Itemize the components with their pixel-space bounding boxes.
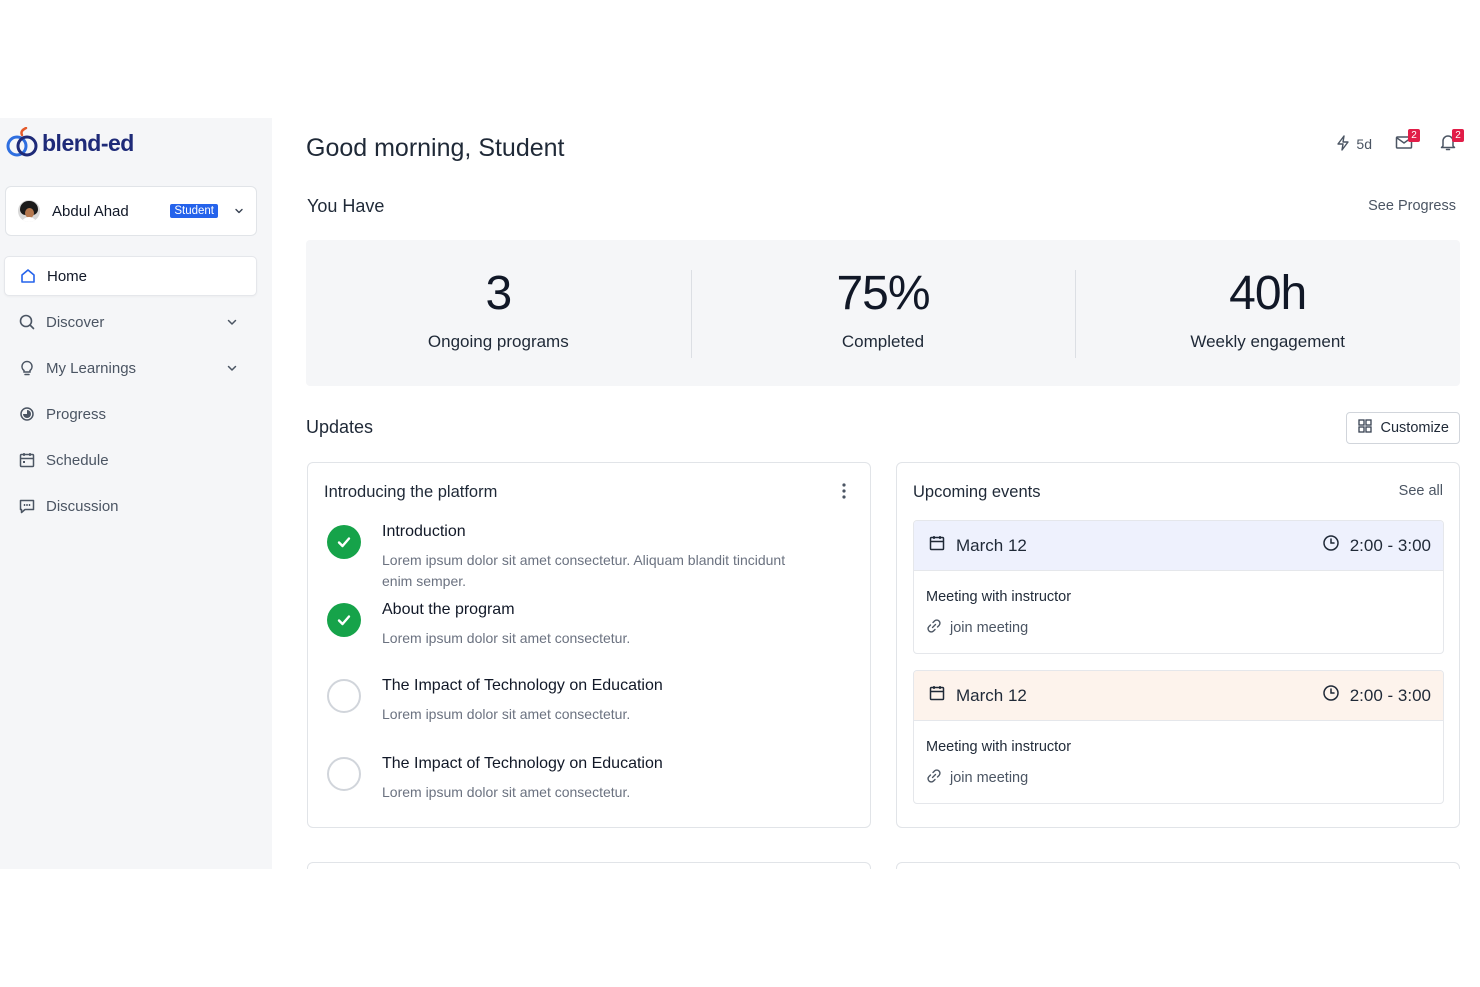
customize-button[interactable]: Customize [1345,412,1460,444]
chat-icon [18,497,36,515]
card-title: Introducing the platform [324,483,498,501]
sidebar-item-label: Discover [46,313,105,331]
empty-circle-icon [327,679,361,713]
join-meeting-link[interactable]: join meeting [926,618,1431,638]
stat-value: 75% [836,267,930,320]
summary-title: You Have [307,196,385,216]
event-time: 2:00 - 3:00 [1349,685,1431,705]
event-header: March 12 2:00 - 3:00 [914,671,1443,721]
user-name: Abdul Ahad [52,202,129,220]
stat-weekly-engagement: 40h Weekly engagement [1075,240,1460,386]
home-icon [19,267,37,285]
sidebar-item-label: Schedule [46,451,109,469]
event-time: 2:00 - 3:00 [1349,535,1431,555]
event-body: Meeting with instructor join meeting [914,721,1443,803]
card-title: Upcoming events [913,483,1041,501]
chevron-down-icon[interactable] [234,206,244,216]
calendar-icon [928,534,946,557]
user-switcher[interactable]: Abdul Ahad Student [5,186,257,236]
page-title: Good morning, Student [306,134,565,162]
sidebar-item-label: Progress [46,405,107,423]
next-card-stub [896,862,1460,869]
calendar-icon [928,684,946,707]
sidebar-item-label: Discussion [46,497,119,515]
timeline-item-title: The Impact of Technology on Education [382,755,663,772]
check-circle-icon [327,603,361,637]
see-progress-link[interactable]: See Progress [1368,198,1456,214]
sidebar-item-schedule[interactable]: Schedule [4,440,257,480]
stat-completed: 75% Completed [690,240,1076,386]
timeline-item-title: Introduction [382,523,466,540]
timeline-item-desc: Lorem ipsum dolor sit amet consectetur. [382,784,631,800]
event-body: Meeting with instructor join meeting [914,571,1443,653]
timeline-item-title: The Impact of Technology on Education [382,677,663,694]
calendar-icon [18,451,36,469]
chevron-down-icon[interactable] [225,315,239,329]
timeline-item-desc: Lorem ipsum dolor sit amet consectetur. [382,706,631,722]
streak-value: 5d [1356,136,1372,152]
sidebar-item-discover[interactable]: Discover [4,302,257,342]
empty-circle-icon [327,757,361,791]
see-all-link[interactable]: See all [1399,483,1443,499]
customize-label: Customize [1380,420,1450,436]
sidebar-item-progress[interactable]: Progress [4,394,257,434]
sidebar-item-discussion[interactable]: Discussion [4,486,257,526]
search-icon [18,313,36,331]
platform-intro-card: Introducing the platform Introduction Lo… [307,462,871,828]
event-title: Meeting with instructor [926,589,1072,605]
top-actions: 5d 2 2 [1334,129,1464,156]
upcoming-events-card: Upcoming events See all March 12 2:00 - … [896,462,1460,828]
sidebar-item-label: My Learnings [46,359,137,377]
event-item: March 12 2:00 - 3:00 Meeting with instru… [913,670,1444,804]
role-badge: Student [170,204,218,218]
progress-icon [18,405,36,423]
clock-icon [1322,684,1340,707]
event-date: March 12 [956,685,1027,705]
stat-label: Completed [841,332,925,351]
logo-icon [6,127,38,157]
updates-title: Updates [306,417,374,437]
app-window: blend-ed Abdul Ahad Student Home Discove… [0,118,1480,869]
streak-indicator[interactable]: 5d [1334,134,1372,155]
sidebar-nav: Home Discover My Learnings Progress Sche… [4,256,257,532]
link-icon [926,768,942,788]
sidebar-item-my-learnings[interactable]: My Learnings [4,348,257,388]
event-header: March 12 2:00 - 3:00 [914,521,1443,571]
event-date: March 12 [956,535,1027,555]
sidebar: blend-ed Abdul Ahad Student Home Discove… [0,118,272,869]
clock-icon [1322,534,1340,557]
stats-panel: 3 Ongoing programs 75% Completed 40h Wee… [306,240,1460,386]
logo[interactable]: blend-ed [6,126,134,160]
logo-text: blend-ed [42,129,134,156]
join-meeting-label: join meeting [950,620,1029,636]
grid-icon [1357,418,1373,438]
timeline-item-desc: Lorem ipsum dolor sit amet consectetur. … [382,552,786,589]
timeline-item-desc: Lorem ipsum dolor sit amet consectetur. [382,630,631,646]
event-item: March 12 2:00 - 3:00 Meeting with instru… [913,520,1444,654]
sidebar-item-label: Home [47,267,88,285]
timeline-item-title: About the program [382,601,515,618]
sidebar-item-home[interactable]: Home [4,256,257,296]
check-circle-icon [327,525,361,559]
event-title: Meeting with instructor [926,739,1072,755]
join-meeting-label: join meeting [950,770,1029,786]
notifications-count-badge: 2 [1452,129,1464,142]
stat-value: 3 [485,267,512,320]
lightbulb-icon [18,359,36,377]
messages-count-badge: 2 [1408,129,1420,142]
stat-value: 40h [1229,267,1307,320]
stat-label: Ongoing programs [427,332,569,351]
join-meeting-link[interactable]: join meeting [926,768,1431,788]
lightning-icon [1334,134,1352,155]
messages-button[interactable]: 2 [1392,129,1420,156]
stat-ongoing-programs: 3 Ongoing programs [306,240,691,386]
stat-label: Weekly engagement [1190,332,1346,351]
notifications-button[interactable]: 2 [1436,129,1464,156]
link-icon [926,618,942,638]
avatar [18,200,40,222]
main-content: Good morning, Student 5d 2 2 You Have Se… [306,118,1464,869]
more-options-icon[interactable] [836,481,852,501]
chevron-down-icon[interactable] [225,361,239,375]
next-card-stub [307,862,871,869]
